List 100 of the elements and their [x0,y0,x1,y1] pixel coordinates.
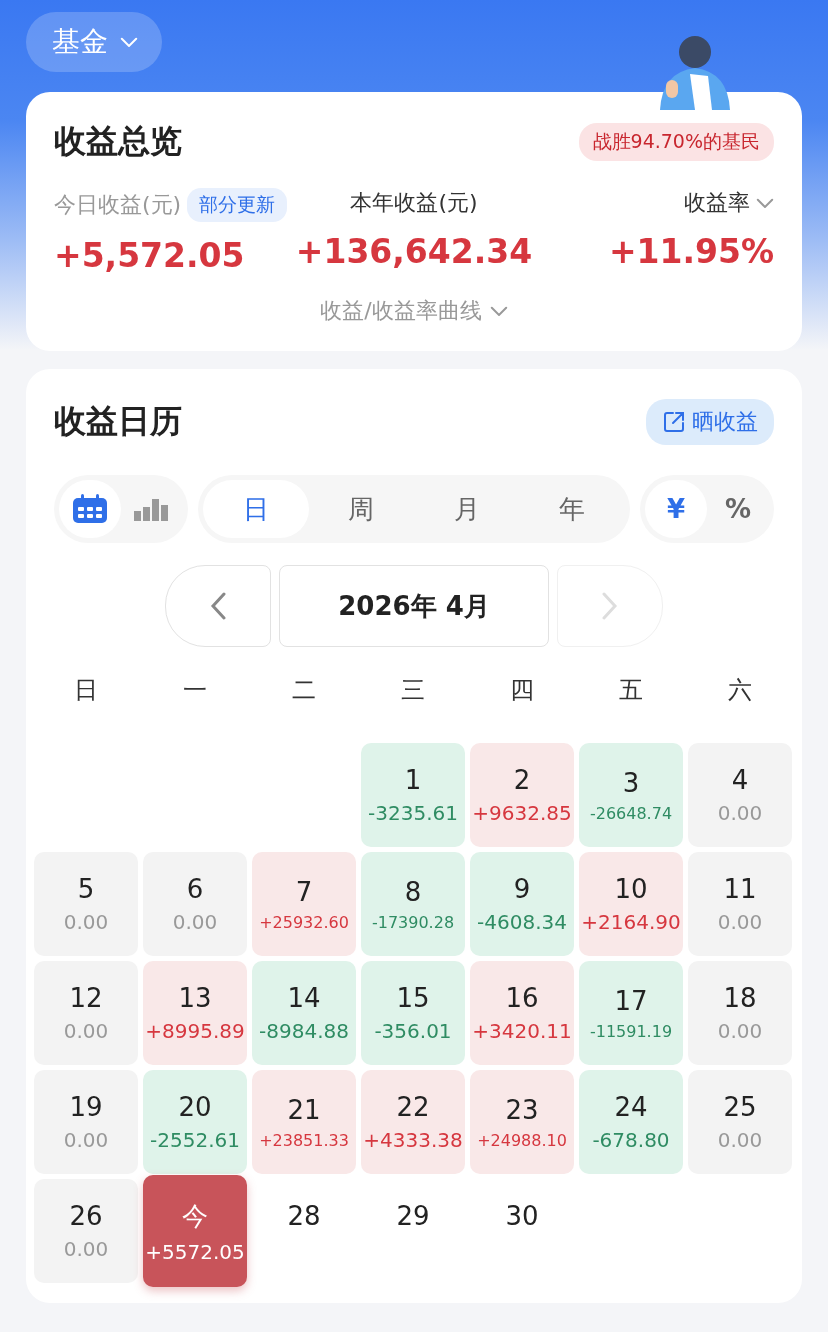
day-cell[interactable]: 8 -17390.28 [361,852,465,956]
day-cell[interactable]: 5 0.00 [34,852,138,956]
day-number: 7 [295,876,313,907]
day-amount: 0.00 [717,1019,763,1043]
period-tab[interactable]: 日 [203,480,309,538]
day-cell[interactable]: 12 0.00 [34,961,138,1065]
day-amount: -17390.28 [371,912,455,932]
day-number: 6 [186,874,204,904]
day-number: 12 [69,983,103,1013]
chevron-left-icon [210,592,226,620]
day-cell[interactable]: 19 0.00 [34,1070,138,1174]
metric-label: 本年收益(元) [350,189,478,217]
metric-label: 收益率 [684,189,750,217]
day-number: 25 [723,1092,757,1122]
day-amount: +9632.85 [472,801,572,825]
day-cell[interactable]: 15 -356.01 [361,961,465,1065]
day-number: 20 [178,1092,212,1122]
day-cell[interactable]: 11 0.00 [688,852,792,956]
weekday-label: 四 [509,675,535,706]
day-amount: 0.00 [717,1128,763,1152]
day-cell[interactable]: 4 0.00 [688,743,792,847]
period-tab[interactable]: 月 [414,480,520,538]
day-number: 29 [396,1201,430,1231]
day-cell[interactable]: 17 -11591.19 [579,961,683,1065]
day-cell[interactable]: 22 +4333.38 [361,1070,465,1174]
day-number: 4 [731,765,749,795]
day-amount: 0.00 [717,801,763,825]
day-cell[interactable]: 24 -678.80 [579,1070,683,1174]
day-cell[interactable]: 9 -4608.34 [470,852,574,956]
day-number: 21 [287,1094,321,1125]
rank-badge: 战胜94.70%的基民 [578,123,774,161]
day-cell[interactable]: 25 0.00 [688,1070,792,1174]
day-cell[interactable]: 10 +2164.90 [579,852,683,956]
unit-toggle[interactable]: ¥ [645,480,707,538]
metric-value: +11.95% [608,232,774,271]
day-number: 9 [513,874,531,904]
day-cell[interactable]: 20 -2552.61 [143,1070,247,1174]
day-cell[interactable]: 29 [361,1179,465,1283]
card-title: 收益总览 [54,121,182,162]
day-number: 15 [396,983,430,1013]
day-cell[interactable]: 3 -26648.74 [579,743,683,847]
day-cell[interactable]: 2 +9632.85 [470,743,574,847]
day-cell[interactable]: 28 [252,1179,356,1283]
chevron-right-icon [602,592,618,620]
unit-toggle[interactable]: % [707,480,769,538]
day-number: 今 [182,1199,208,1233]
share-button[interactable]: 晒收益 [646,399,774,445]
day-amount: -678.80 [592,1128,670,1152]
day-cell[interactable]: 16 +3420.11 [470,961,574,1065]
day-cell[interactable]: 1 -3235.61 [361,743,465,847]
day-cell[interactable]: 13 +8995.89 [143,961,247,1065]
month-label: 2026年 4月 [279,565,549,647]
day-cell[interactable]: 7 +25932.60 [252,852,356,956]
day-number: 28 [287,1201,321,1231]
metric-value: +5,572.05 [54,236,245,275]
day-cell[interactable]: 21 +23851.33 [252,1070,356,1174]
day-cell[interactable]: 26 0.00 [34,1179,138,1283]
weekday-label: 二 [291,675,317,706]
day-number: 8 [404,876,422,907]
day-amount: 0.00 [172,910,218,934]
day-number: 23 [505,1094,539,1125]
day-number: 26 [69,1201,103,1231]
day-amount: +2164.90 [581,910,681,934]
weekday-label: 五 [618,675,644,706]
day-amount: +24988.10 [477,1130,567,1150]
day-number: 2 [513,765,531,795]
weekday-label: 一 [182,675,208,706]
day-amount: -356.01 [374,1019,452,1043]
day-number: 3 [622,767,640,798]
day-cell[interactable]: 18 0.00 [688,961,792,1065]
card-title: 收益日历 [54,401,182,442]
day-amount: +8995.89 [145,1019,245,1043]
day-amount: -26648.74 [589,803,673,823]
view-mode-button[interactable] [59,480,121,538]
day-amount: +23851.33 [259,1130,349,1150]
status-tag: 部分更新 [187,188,288,222]
day-amount: 0.00 [63,1237,109,1261]
day-number: 13 [178,983,212,1013]
day-cell[interactable]: 6 0.00 [143,852,247,956]
day-cell[interactable]: 14 -8984.88 [252,961,356,1065]
period-tab[interactable]: 周 [308,480,414,538]
day-number: 30 [505,1201,539,1231]
weekday-label: 三 [400,675,426,706]
chevron-down-icon [489,305,508,317]
bar-chart-icon [134,497,170,521]
metric-label: 今日收益(元) [54,191,182,219]
day-number: 5 [77,874,95,904]
day-cell[interactable]: 今 +5572.05 [143,1175,247,1287]
day-number: 10 [614,874,648,904]
day-number: 14 [287,983,321,1013]
day-cell[interactable]: 30 [470,1179,574,1283]
day-amount: +3420.11 [472,1019,572,1043]
weekday-label: 日 [73,675,99,706]
day-amount: +4333.38 [363,1128,463,1152]
day-amount: -4608.34 [477,910,567,934]
day-amount: +5572.05 [145,1239,245,1264]
period-tab[interactable]: 年 [519,480,625,538]
day-amount: -11591.19 [589,1021,673,1041]
day-cell[interactable]: 23 +24988.10 [470,1070,574,1174]
day-number: 24 [614,1092,648,1122]
